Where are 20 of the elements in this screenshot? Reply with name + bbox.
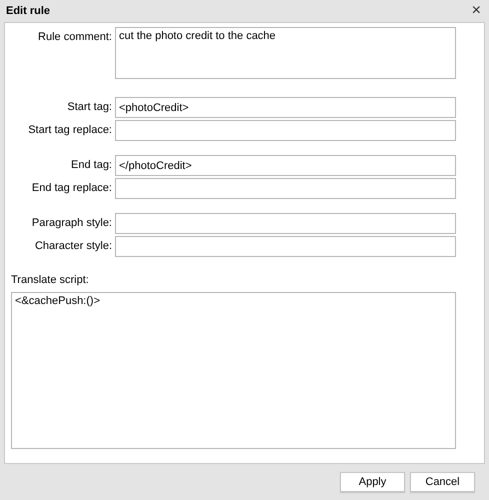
text-field[interactable]: <photoCredit> bbox=[115, 97, 456, 118]
window-title: Edit rule bbox=[6, 4, 50, 19]
script-field[interactable]: <&cachePush:()> bbox=[11, 292, 456, 449]
field-label: Start tag replace: bbox=[27, 123, 112, 138]
text-field[interactable] bbox=[115, 236, 456, 257]
close-button[interactable]: × bbox=[470, 3, 483, 19]
dialog-button[interactable]: Apply bbox=[340, 472, 405, 492]
text-field[interactable] bbox=[115, 213, 456, 234]
comment-field[interactable]: cut the photo credit to the cache bbox=[115, 27, 456, 79]
field-label: Start tag: bbox=[66, 100, 112, 115]
field-label: End tag replace: bbox=[30, 181, 112, 196]
text-field[interactable] bbox=[115, 178, 456, 199]
text-field[interactable]: </photoCredit> bbox=[115, 155, 456, 176]
field-label: End tag: bbox=[70, 158, 112, 173]
field-label: Character style: bbox=[34, 239, 112, 254]
text-field[interactable] bbox=[115, 120, 456, 141]
dialog-button[interactable]: Cancel bbox=[410, 472, 475, 492]
field-label: Rule comment: bbox=[37, 30, 112, 45]
field-label: Paragraph style: bbox=[30, 216, 112, 231]
script-label: Translate script: bbox=[11, 273, 90, 288]
